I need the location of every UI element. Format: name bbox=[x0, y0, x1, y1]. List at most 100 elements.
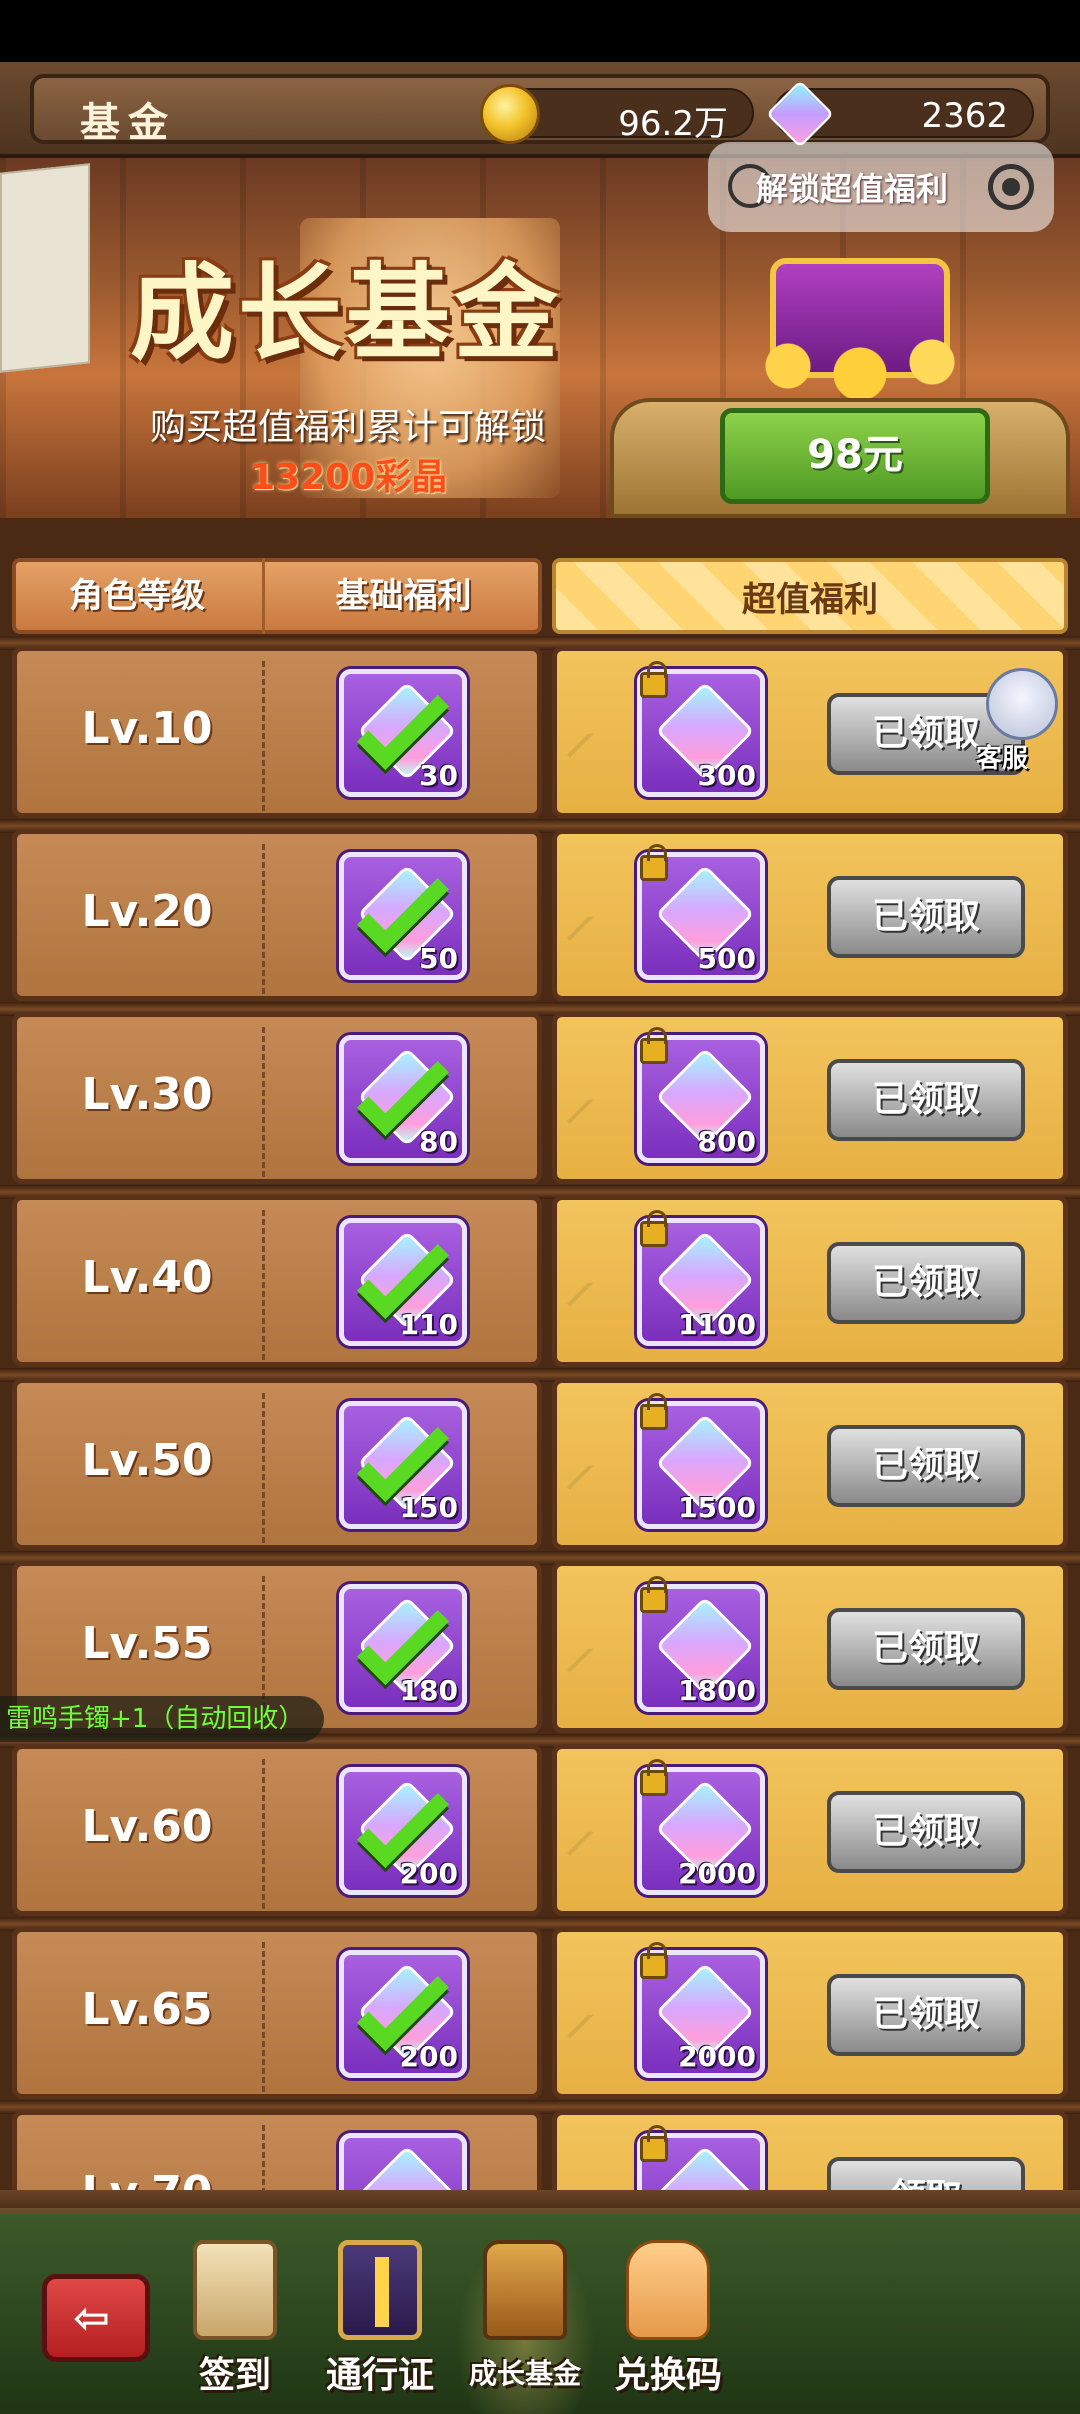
unlock-label: 解锁超值福利 bbox=[756, 170, 949, 208]
nav-label-signin: 签到 bbox=[198, 2355, 271, 2396]
premium-cell: 1500 已领取 bbox=[552, 1378, 1068, 1550]
claim-button[interactable]: 已领取 bbox=[827, 1425, 1025, 1507]
lock-icon bbox=[640, 1210, 668, 1247]
lock-icon bbox=[640, 1942, 668, 1979]
gem-currency[interactable]: 2362 bbox=[766, 80, 1034, 148]
level-label: Lv.65 bbox=[81, 1984, 213, 2035]
basic-reward-item[interactable]: 110 bbox=[339, 1218, 467, 1346]
gem-value: 2362 bbox=[921, 96, 1008, 136]
status-bar bbox=[0, 0, 1080, 62]
lock-icon bbox=[640, 661, 668, 698]
banner-subtitle: 购买超值福利累计可解锁 bbox=[150, 407, 547, 448]
record-icon[interactable] bbox=[988, 164, 1034, 210]
cell-divider bbox=[262, 1210, 265, 1360]
table-row: Lv.40 110 1100 已领取 bbox=[12, 1195, 1068, 1367]
customer-service-button[interactable]: 客服 bbox=[972, 668, 1072, 778]
reward-quantity: 200 bbox=[399, 1857, 458, 1890]
table-row: Lv.20 50 500 已领取 bbox=[12, 829, 1068, 1001]
level-label: Lv.50 bbox=[81, 1435, 213, 1486]
level-label: Lv.60 bbox=[81, 1801, 213, 1852]
claim-button[interactable]: 已领取 bbox=[827, 1059, 1025, 1141]
lock-icon bbox=[640, 1759, 668, 1796]
support-avatar-icon bbox=[986, 668, 1058, 740]
cell-divider bbox=[262, 1393, 265, 1543]
level-label: Lv.40 bbox=[81, 1252, 213, 1303]
basic-reward-item[interactable]: 150 bbox=[339, 1401, 467, 1529]
scroll-icon bbox=[193, 2240, 277, 2340]
claim-button[interactable]: 已领取 bbox=[827, 1791, 1025, 1873]
hand-icon bbox=[626, 2240, 710, 2340]
basic-reward-item[interactable]: 200 bbox=[339, 1950, 467, 2078]
premium-cell: 500 已领取 bbox=[552, 829, 1068, 1001]
nav-growth-fund[interactable]: 成长基金 bbox=[455, 2234, 595, 2414]
gold-coin-icon bbox=[480, 84, 540, 144]
level-label: Lv.20 bbox=[81, 886, 213, 937]
unlock-premium-overlay[interactable]: 解锁超值福利 bbox=[708, 142, 1054, 232]
bottom-nav: ⇦ 签到 通行证 成长基金 兑换码 bbox=[0, 2208, 1080, 2414]
basic-reward-item[interactable]: 80 bbox=[339, 1035, 467, 1163]
premium-cell: 1800 已领取 bbox=[552, 1561, 1068, 1733]
lock-icon bbox=[640, 1393, 668, 1430]
reward-table[interactable]: 角色等级 基础福利 超值福利 Lv.10 30 300 已领取 Lv.20 50 500 已领… bbox=[0, 518, 1080, 2208]
premium-reward-item[interactable]: 800 bbox=[637, 1027, 765, 1163]
lock-icon bbox=[640, 1027, 668, 1064]
premium-reward-item[interactable]: 2000 bbox=[637, 1942, 765, 2078]
reward-quantity: 150 bbox=[399, 1491, 458, 1524]
reward-quantity: 200 bbox=[399, 2040, 458, 2073]
lock-icon bbox=[640, 844, 668, 881]
nav-signin[interactable]: 签到 bbox=[165, 2234, 305, 2414]
column-headers: 角色等级 基础福利 超值福利 bbox=[12, 558, 1068, 634]
item-toast: 雷鸣手镯+1（自动回收） bbox=[0, 1696, 325, 1742]
gold-coins-pile bbox=[740, 318, 980, 398]
header-level: 角色等级 bbox=[69, 576, 205, 616]
cell-divider bbox=[262, 1942, 265, 2092]
reward-quantity: 110 bbox=[399, 1308, 458, 1341]
reward-quantity: 80 bbox=[419, 1125, 458, 1158]
gold-currency[interactable]: 96.2万 bbox=[480, 84, 754, 144]
basic-reward-item[interactable]: 180 bbox=[339, 1584, 467, 1712]
premium-cell: 800 已领取 bbox=[552, 1012, 1068, 1184]
basic-reward-item[interactable]: 30 bbox=[339, 669, 467, 797]
lock-icon bbox=[640, 2125, 668, 2162]
premium-reward-item[interactable]: 2000 bbox=[637, 1759, 765, 1895]
basic-reward-item[interactable]: 50 bbox=[339, 852, 467, 980]
basic-cell: Lv.10 30 bbox=[12, 646, 542, 818]
cell-divider bbox=[262, 844, 265, 994]
wall-poster bbox=[0, 163, 90, 373]
basic-cell: Lv.50 150 bbox=[12, 1378, 542, 1550]
reward-quantity: 2000 bbox=[678, 1857, 756, 1890]
gold-value: 96.2万 bbox=[618, 104, 728, 144]
claim-button[interactable]: 已领取 bbox=[827, 1974, 1025, 2056]
premium-reward-item[interactable]: 300 bbox=[637, 661, 765, 797]
premium-reward-item[interactable]: 500 bbox=[637, 844, 765, 980]
nav-pass[interactable]: 通行证 bbox=[310, 2234, 450, 2414]
reward-quantity: 2000 bbox=[678, 2040, 756, 2073]
level-label: Lv.30 bbox=[81, 1069, 213, 1120]
premium-reward-item[interactable]: 1500 bbox=[637, 1393, 765, 1529]
header-premium: 超值福利 bbox=[552, 558, 1068, 634]
basic-reward-item[interactable]: 200 bbox=[339, 1767, 467, 1895]
cell-divider bbox=[262, 1759, 265, 1909]
gem-icon bbox=[766, 80, 834, 148]
reward-quantity: 1800 bbox=[678, 1674, 756, 1707]
exit-button[interactable]: ⇦ bbox=[42, 2274, 150, 2362]
premium-reward-item[interactable]: 1100 bbox=[637, 1210, 765, 1346]
reward-quantity: 1100 bbox=[678, 1308, 756, 1341]
reward-quantity: 1500 bbox=[678, 1491, 756, 1524]
lock-icon bbox=[640, 1576, 668, 1613]
nav-redeem-code[interactable]: 兑换码 bbox=[598, 2234, 738, 2414]
table-row: Lv.60 200 2000 已领取 bbox=[12, 1744, 1068, 1916]
claim-button[interactable]: 已领取 bbox=[827, 876, 1025, 958]
reward-quantity: 50 bbox=[419, 942, 458, 975]
basic-cell: Lv.65 200 bbox=[12, 1927, 542, 2099]
reward-quantity: 180 bbox=[399, 1674, 458, 1707]
premium-cell: 2000 已领取 bbox=[552, 1744, 1068, 1916]
claim-button[interactable]: 已领取 bbox=[827, 1242, 1025, 1324]
buy-button[interactable]: 98元 bbox=[720, 408, 990, 504]
claim-button[interactable]: 已领取 bbox=[827, 1608, 1025, 1690]
nav-label-pass: 通行证 bbox=[325, 2355, 434, 2396]
premium-cell: 1100 已领取 bbox=[552, 1195, 1068, 1367]
premium-reward-item[interactable]: 1800 bbox=[637, 1576, 765, 1712]
basic-cell: Lv.20 50 bbox=[12, 829, 542, 1001]
page-title: 基金 bbox=[80, 100, 176, 146]
